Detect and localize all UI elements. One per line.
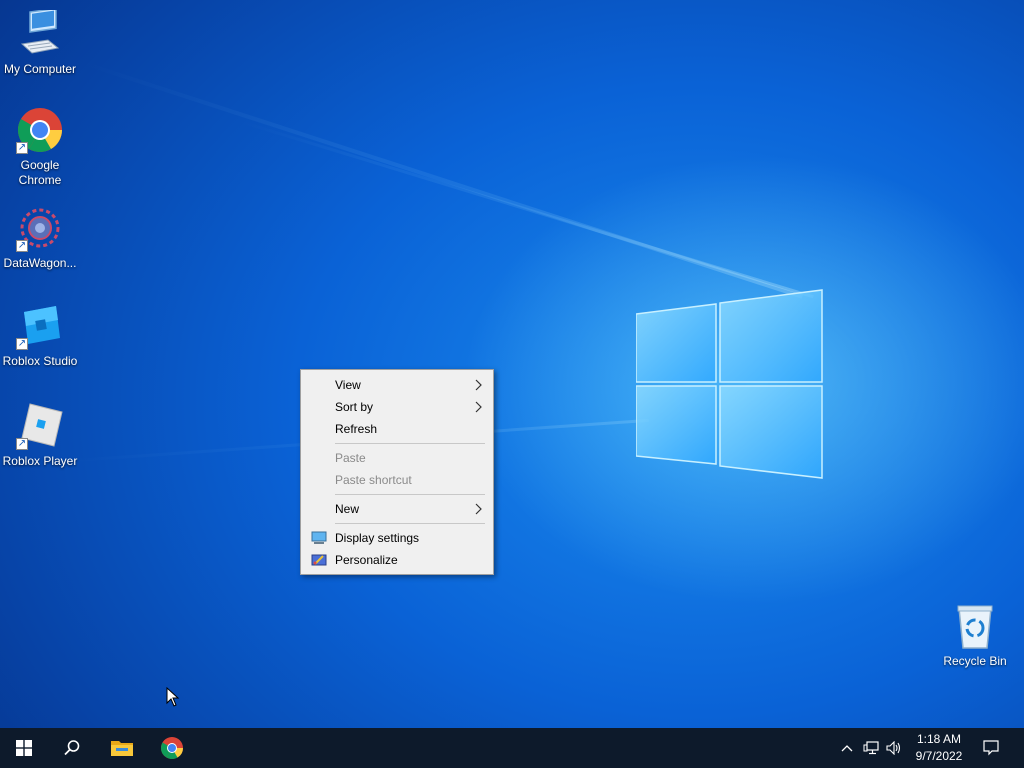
menu-item-label: View	[335, 378, 361, 392]
desktop-icon-roblox-player[interactable]: ↗ Roblox Player	[0, 402, 80, 469]
shortcut-arrow-icon: ↗	[16, 338, 28, 350]
clock-date: 9/7/2022	[915, 749, 963, 763]
chevron-right-icon	[475, 379, 482, 391]
windows-logo-wallpaper	[636, 289, 823, 479]
personalize-icon	[311, 554, 327, 566]
recycle-bin-icon	[951, 602, 999, 650]
chevron-up-icon	[841, 745, 853, 752]
taskbar: 1:18 AM 9/7/2022	[0, 728, 1024, 768]
desktop-icon-recycle-bin[interactable]: Recycle Bin	[935, 602, 1015, 669]
menu-item-display-settings[interactable]: Display settings	[301, 527, 493, 549]
menu-item-refresh[interactable]: Refresh	[301, 418, 493, 440]
menu-separator	[335, 523, 485, 524]
show-hidden-icons-button[interactable]	[838, 728, 856, 768]
datawagon-icon: ↗	[16, 204, 64, 252]
menu-item-label: Paste shortcut	[335, 473, 412, 487]
shortcut-arrow-icon: ↗	[16, 438, 28, 450]
desktop-icon-label: DataWagon...	[3, 256, 77, 270]
file-explorer-icon	[111, 741, 133, 756]
desktop-icon-label: My Computer	[3, 62, 77, 76]
menu-separator	[335, 494, 485, 495]
menu-item-label: New	[335, 502, 360, 516]
volume-button[interactable]	[884, 728, 904, 768]
start-icon	[16, 740, 32, 756]
action-center-icon	[983, 740, 999, 756]
desktop-icon-roblox-studio[interactable]: ↗ Roblox Studio	[0, 302, 80, 369]
computer-icon	[16, 7, 64, 58]
menu-item-label: Sort by	[335, 400, 374, 414]
start-button[interactable]	[0, 728, 48, 768]
search-icon	[64, 740, 80, 756]
desktop-icon-label: Roblox Player	[2, 454, 78, 468]
roblox-player-icon: ↗	[16, 402, 64, 450]
desktop-icon-label: Recycle Bin	[943, 654, 1007, 668]
chrome-icon	[161, 737, 183, 759]
taskbar-clock[interactable]: 1:18 AM 9/7/2022	[906, 731, 972, 765]
mouse-pointer-icon	[166, 687, 180, 707]
menu-item-sort-by[interactable]: Sort by	[301, 396, 493, 418]
menu-separator	[335, 443, 485, 444]
menu-item-label: Personalize	[335, 553, 398, 567]
desktop-icon-label: Google Chrome	[18, 158, 62, 187]
search-button[interactable]	[48, 728, 96, 768]
network-button[interactable]	[860, 728, 882, 768]
menu-item-paste[interactable]: Paste	[301, 447, 493, 469]
action-center-button[interactable]	[978, 728, 1004, 768]
wallpaper-light-beam	[78, 60, 803, 299]
shortcut-arrow-icon: ↗	[16, 142, 28, 154]
menu-item-label: Paste	[335, 451, 366, 465]
menu-item-view[interactable]: View	[301, 374, 493, 396]
menu-item-personalize[interactable]: Personalize	[301, 549, 493, 571]
clock-time: 1:18 AM	[916, 732, 962, 746]
desktop-icon-datawagon[interactable]: ↗ DataWagon...	[0, 204, 80, 271]
desktop-icon-label: Roblox Studio	[2, 354, 78, 368]
menu-item-label: Refresh	[335, 422, 378, 436]
desktop[interactable]: My Computer ↗ Google Chrome ↗ DataWagon.…	[0, 0, 1024, 728]
volume-icon	[886, 741, 901, 755]
network-icon	[863, 741, 879, 755]
desktop-icon-my-computer[interactable]: My Computer	[0, 7, 80, 77]
menu-item-paste-shortcut[interactable]: Paste shortcut	[301, 469, 493, 491]
desktop-context-menu: View Sort by Refresh Paste Paste shortcu…	[300, 369, 494, 575]
wallpaper-light-beam	[239, 120, 814, 299]
menu-item-new[interactable]: New	[301, 498, 493, 520]
shortcut-arrow-icon: ↗	[16, 240, 28, 252]
menu-item-label: Display settings	[335, 531, 420, 545]
file-explorer-button[interactable]	[98, 728, 146, 768]
chrome-taskbar-button[interactable]	[148, 728, 196, 768]
chevron-right-icon	[475, 503, 482, 515]
chrome-icon: ↗	[16, 106, 64, 154]
chevron-right-icon	[475, 401, 482, 413]
roblox-studio-icon: ↗	[16, 302, 64, 350]
desktop-icon-google-chrome[interactable]: ↗ Google Chrome	[0, 106, 80, 188]
display-settings-icon	[311, 531, 327, 544]
